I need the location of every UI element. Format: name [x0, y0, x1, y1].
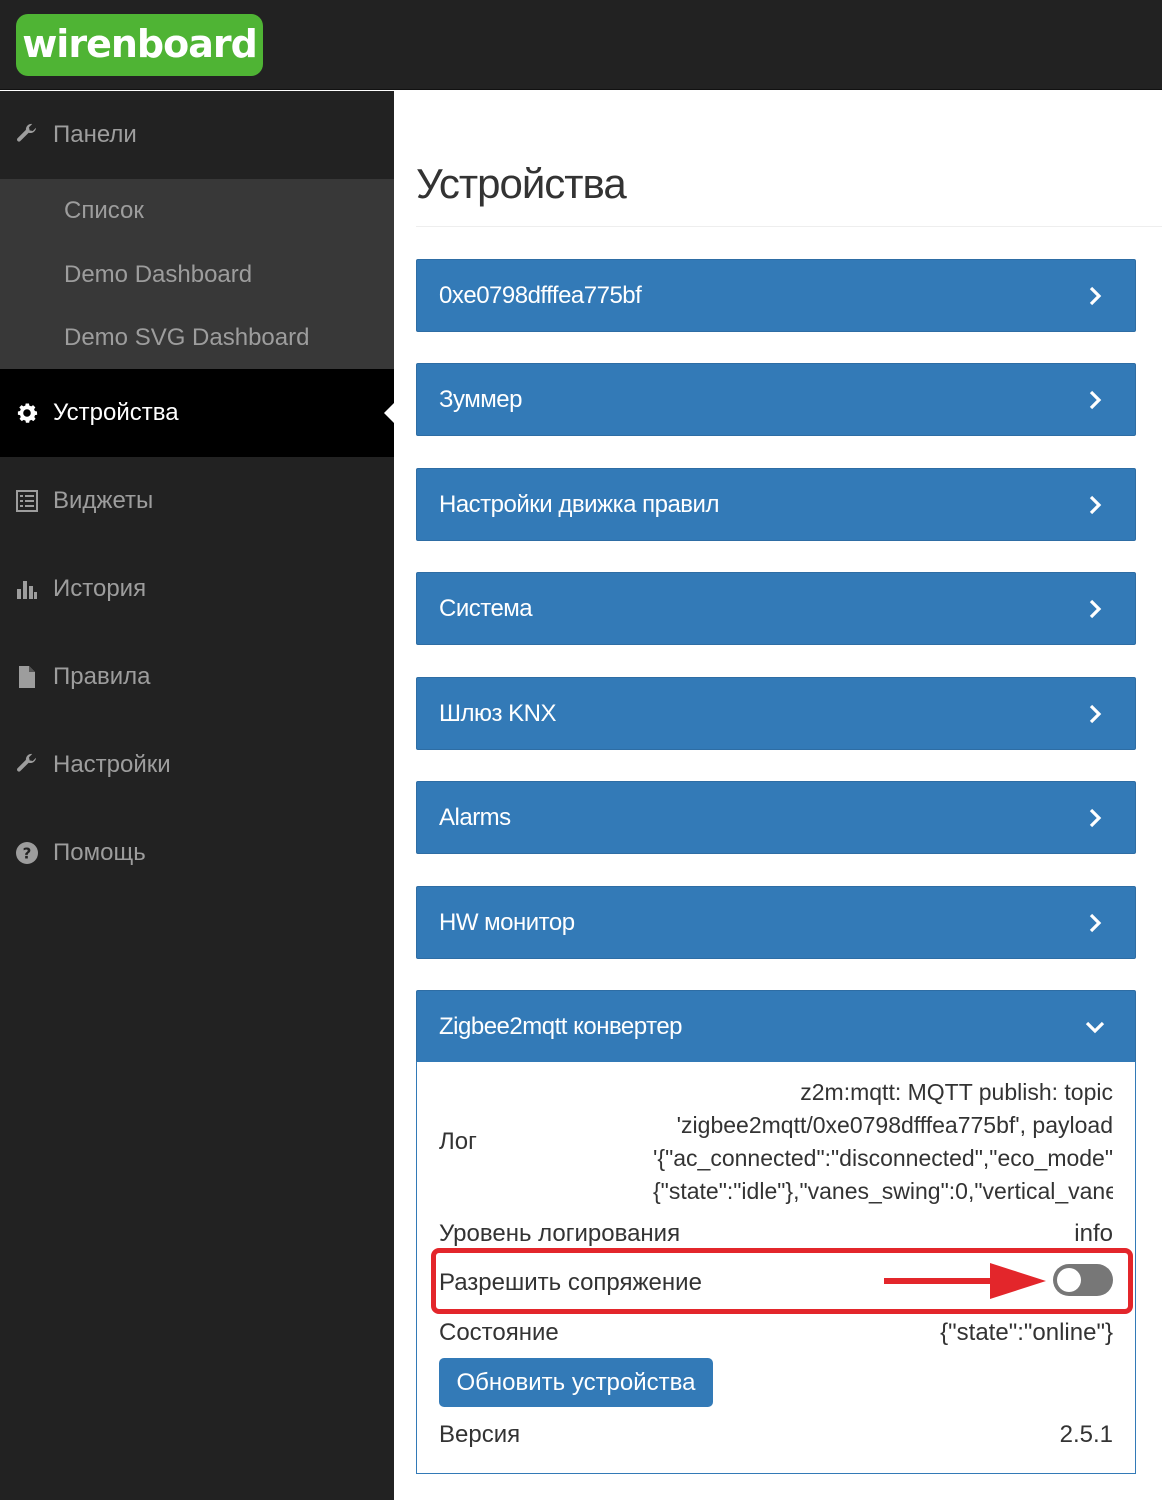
wrench-icon [14, 752, 40, 778]
submenu-item-demo-svg-dashboard[interactable]: Demo SVG Dashboard [64, 324, 309, 352]
device-panel-header[interactable]: Настройки движка правил [416, 468, 1136, 541]
chevron-down-icon [1085, 1021, 1105, 1034]
sidebar-item-help[interactable]: ? Помощь [0, 809, 394, 897]
log-level-label: Уровень логирования [439, 1220, 681, 1247]
device-panel-header[interactable]: Зуммер [416, 363, 1136, 436]
device-panel-header[interactable]: Шлюз KNX [416, 677, 1136, 750]
log-label: Лог [439, 1128, 477, 1155]
device-name: Alarms [439, 803, 511, 831]
log-value: z2m:mqtt: MQTT publish: topic 'zigbee2mq… [653, 1076, 1113, 1208]
svg-text:?: ? [23, 845, 32, 863]
chevron-right-icon [1089, 495, 1102, 515]
device-panel-header[interactable]: 0xe0798dfffea775bf [416, 259, 1136, 332]
arrow-right-icon [884, 1263, 1046, 1299]
chevron-right-icon [1089, 913, 1102, 933]
device-name: Zigbee2mqtt конвертер [439, 1012, 683, 1040]
log-line: z2m:mqtt: MQTT publish: topic [800, 1079, 1113, 1105]
sidebar-item-widgets[interactable]: Виджеты [0, 457, 394, 545]
title-divider [416, 226, 1162, 227]
version-label: Версия [439, 1421, 521, 1448]
page-title: Устройства [416, 160, 627, 207]
device-panel-header[interactable]: Система [416, 572, 1136, 645]
bar-chart-icon [14, 576, 40, 602]
log-line: 'zigbee2mqtt/0xe0798dfffea775bf', payloa… [676, 1112, 1113, 1138]
submenu-item-demo-dashboard[interactable]: Demo Dashboard [64, 261, 252, 289]
sidebar: Панели Список Demo Dashboard Demo SVG Da… [0, 91, 394, 1500]
log-level-value: info [1074, 1220, 1113, 1247]
log-line: {"state":"idle"},"vanes_swing":0,"vertic… [653, 1178, 1113, 1204]
sidebar-item-label: Панели [53, 121, 137, 148]
device-name: Зуммер [439, 385, 522, 413]
submenu-item-list[interactable]: Список [64, 197, 144, 225]
sidebar-item-label: Виджеты [53, 487, 154, 514]
sidebar-item-devices[interactable]: Устройства [0, 369, 394, 457]
gear-icon [14, 400, 40, 426]
device-name: Система [439, 594, 533, 622]
chevron-right-icon [1089, 808, 1102, 828]
device-name: Настройки движка правил [439, 490, 719, 518]
version-value: 2.5.1 [1059, 1421, 1113, 1448]
sidebar-item-label: Правила [53, 663, 151, 690]
sidebar-item-label: История [53, 575, 147, 602]
sidebar-item-label: Настройки [53, 751, 171, 778]
device-panel-header[interactable]: Alarms [416, 781, 1136, 854]
sidebar-item-panels[interactable]: Панели [0, 91, 394, 179]
device-name: Шлюз KNX [439, 699, 557, 727]
update-devices-button[interactable]: Обновить устройства [439, 1358, 713, 1407]
file-icon [14, 664, 40, 690]
chevron-right-icon [1089, 599, 1102, 619]
state-value: {"state":"online"} [940, 1319, 1113, 1346]
log-line: '{"ac_connected":"disconnected","eco_mod… [653, 1145, 1113, 1171]
sidebar-item-label: Помощь [53, 839, 146, 866]
device-name: HW монитор [439, 908, 575, 936]
sidebar-item-settings[interactable]: Настройки [0, 721, 394, 809]
question-icon: ? [14, 840, 40, 866]
list-icon [14, 488, 40, 514]
state-label: Состояние [439, 1319, 559, 1346]
sidebar-item-history[interactable]: История [0, 545, 394, 633]
panels-submenu: Список Demo Dashboard Demo SVG Dashboard [0, 179, 394, 369]
chevron-right-icon [1089, 390, 1102, 410]
wirenboard-logo[interactable]: wirenboard [16, 14, 263, 76]
top-navbar: wirenboard [0, 0, 1162, 90]
sidebar-item-rules[interactable]: Правила [0, 633, 394, 721]
device-name: 0xe0798dfffea775bf [439, 281, 642, 309]
sidebar-item-label: Устройства [53, 399, 179, 426]
device-panel-header[interactable]: HW монитор [416, 886, 1136, 959]
wrench-icon [14, 122, 40, 148]
device-panel-header-expanded[interactable]: Zigbee2mqtt конвертер [416, 990, 1136, 1063]
chevron-right-icon [1089, 286, 1102, 306]
chevron-right-icon [1089, 704, 1102, 724]
